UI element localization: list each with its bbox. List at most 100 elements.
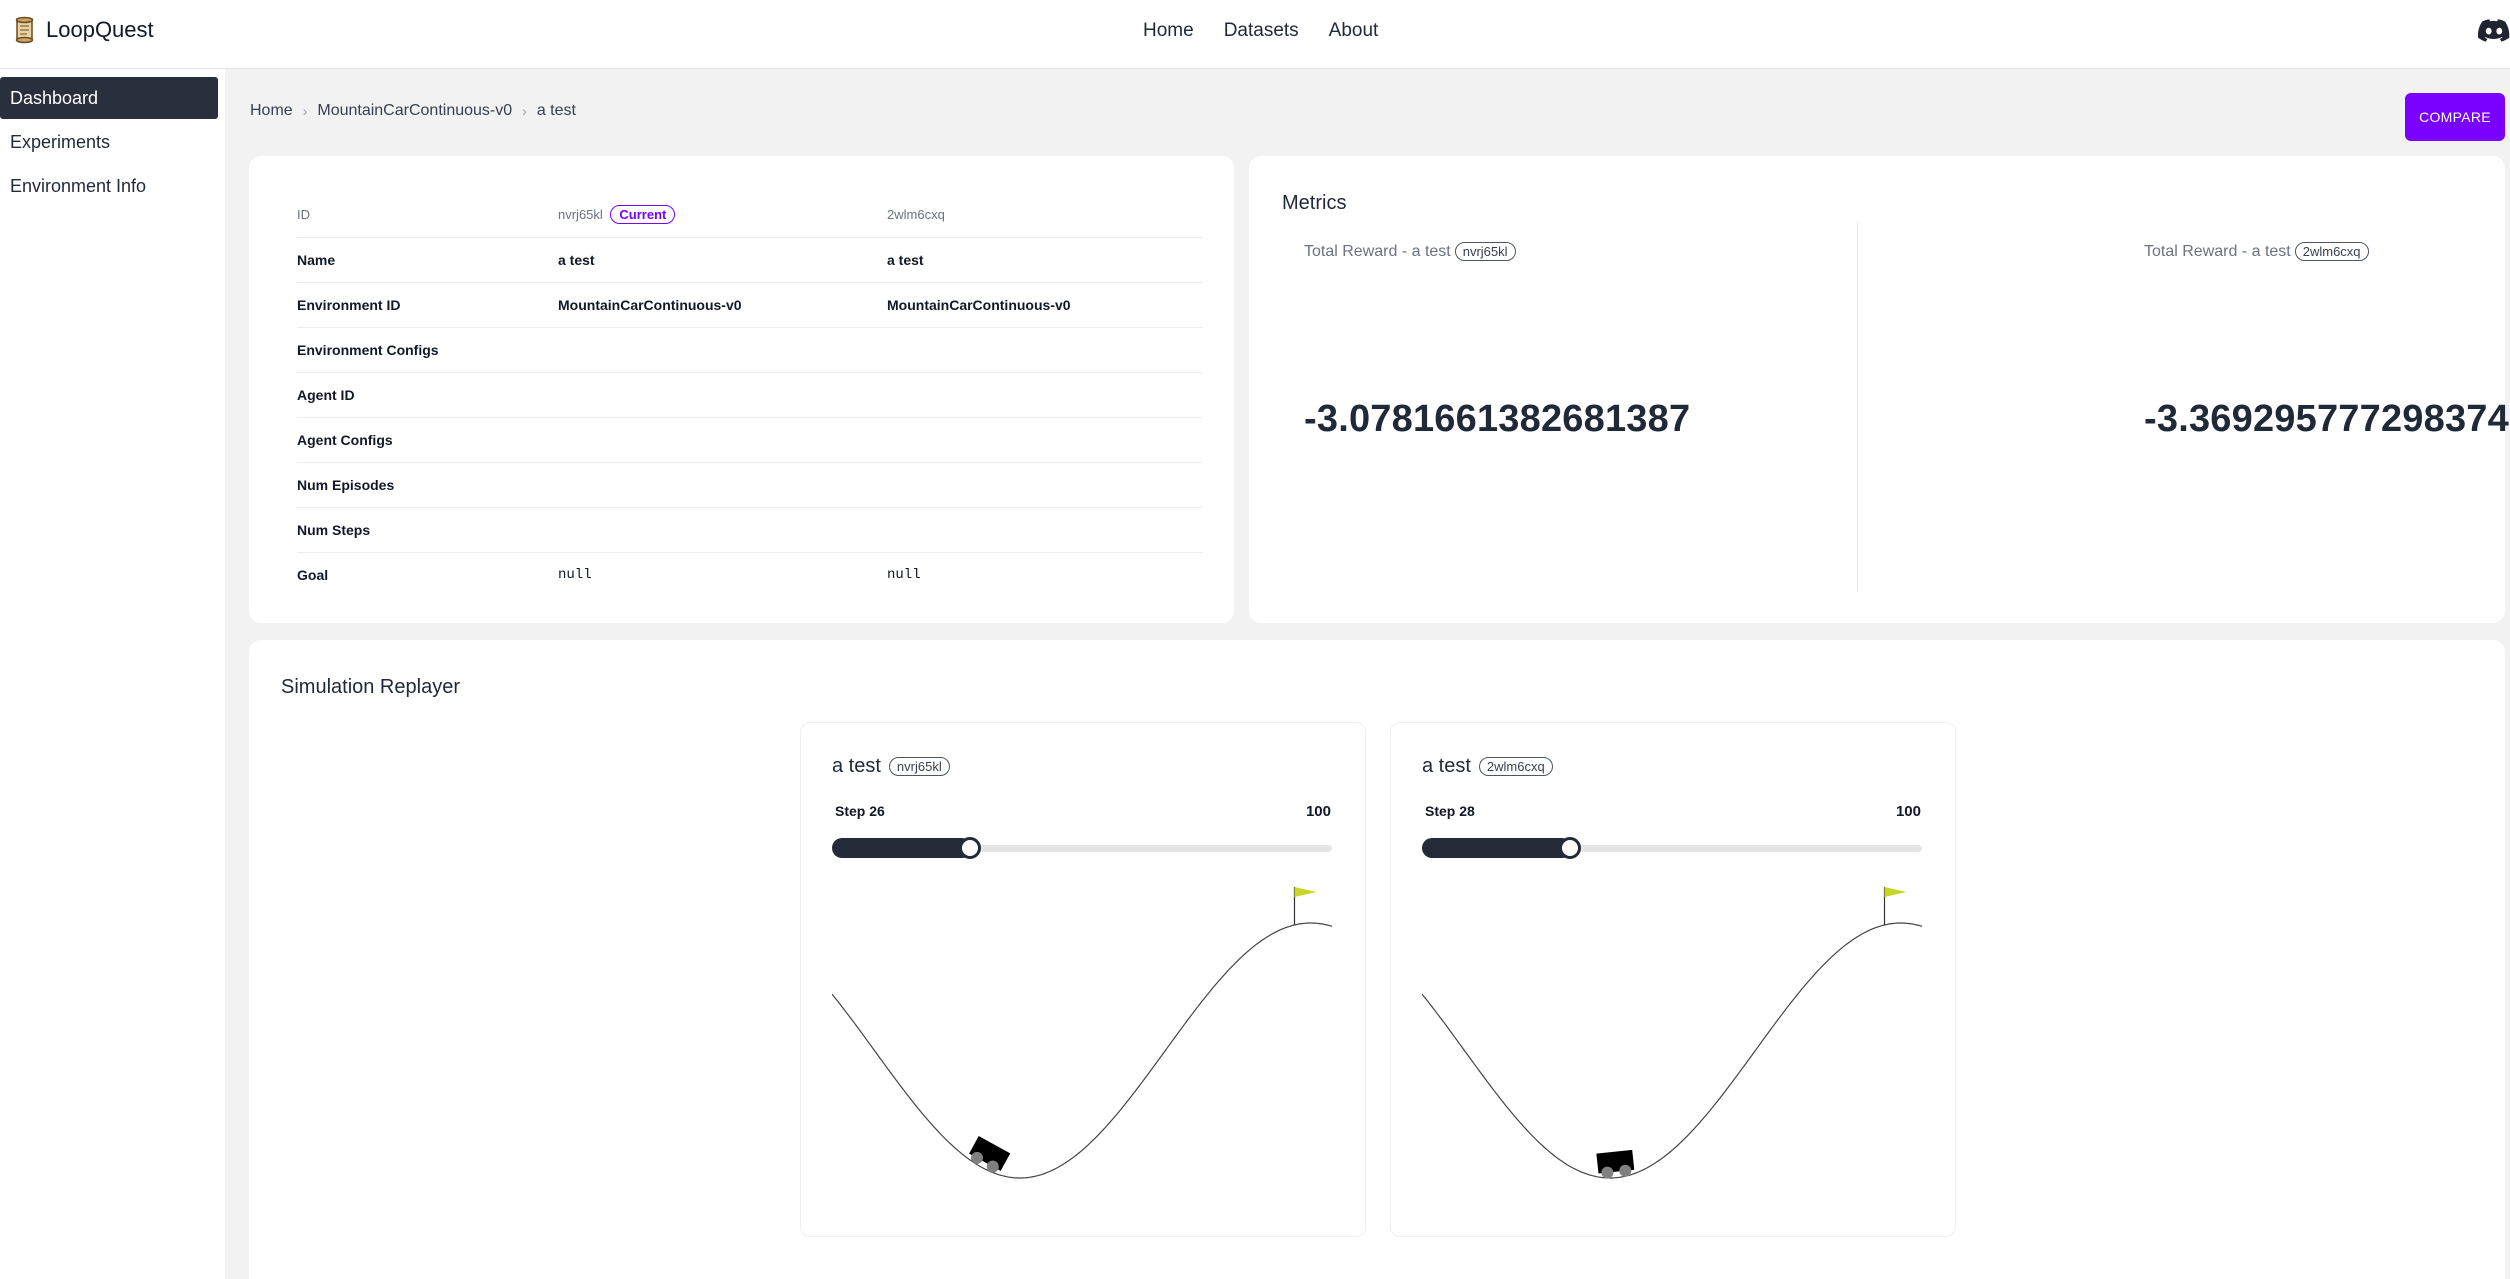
metric-label-text: Total Reward - a test: [1304, 242, 1451, 260]
chevron-right-icon: ›: [302, 103, 308, 119]
metric-value: -3.0781661382681387: [1304, 398, 1691, 440]
sidebar-item-experiments[interactable]: Experiments: [0, 121, 218, 163]
table-row: Environment Configs: [297, 327, 1202, 373]
row-value: [558, 417, 887, 463]
row-value: [887, 417, 1202, 463]
row-label: Environment ID: [297, 282, 558, 328]
row-value: [558, 372, 887, 418]
row-value: null: [558, 566, 592, 583]
row-label: Num Episodes: [297, 462, 558, 508]
metric-value: -3.3692957772983743: [2144, 398, 2510, 440]
row-label: Num Steps: [297, 507, 558, 553]
step-label: Step 28: [1425, 803, 1475, 819]
row-value: [558, 327, 887, 373]
table-row: Agent Configs: [297, 417, 1202, 463]
experiment-id-badge: nvrj65kl: [1454, 242, 1516, 261]
replayer-title: Simulation Replayer: [281, 676, 460, 698]
metric-label: Total Reward - a test nvrj65kl: [1304, 242, 1516, 261]
row-value: a test: [887, 237, 1202, 283]
sidebar: Dashboard Experiments Environment Info: [0, 69, 225, 1279]
id-header: ID: [297, 192, 558, 238]
breadcrumb-current: a test: [536, 102, 576, 119]
id-cell: nvrj65kl Current: [558, 192, 887, 238]
simulation-panel: a test 2wlm6cxq Step 28 100: [1390, 722, 1956, 1237]
row-value: MountainCarContinuous-v0: [887, 282, 1202, 328]
brand-name: LoopQuest: [46, 17, 154, 42]
metrics-title: Metrics: [1282, 192, 1347, 214]
slider-fill: [1422, 838, 1572, 858]
table-row: Environment ID MountainCarContinuous-v0 …: [297, 282, 1202, 328]
top-navbar: LoopQuest Home Datasets About: [0, 0, 2510, 69]
goal-flag-icon: [1294, 886, 1317, 897]
experiment-id: nvrj65kl: [558, 206, 603, 222]
car: [1596, 1149, 1635, 1179]
simulation-name: a test: [1422, 755, 1471, 777]
simulation-panel: a test nvrj65kl Step 26 100: [800, 722, 1366, 1237]
chevron-right-icon: ›: [522, 103, 527, 119]
mountain-curve: [1422, 922, 1922, 1179]
experiment-info-card: ID nvrj65kl Current 2wlm6cxq Name a test…: [249, 156, 1234, 623]
goal-flag-icon: [1884, 886, 1907, 897]
row-value: [887, 372, 1202, 418]
current-badge: Current: [610, 204, 676, 224]
step-label: Step 26: [835, 803, 885, 819]
step-max: 100: [1305, 803, 1331, 820]
slider-thumb[interactable]: [959, 837, 981, 859]
table-row: Goal null null: [297, 552, 1202, 597]
scroll-logo-icon: [14, 16, 36, 44]
metrics-card: Metrics Total Reward - a test nvrj65kl -…: [1249, 156, 2510, 623]
row-value: null: [887, 566, 921, 583]
mountain-car-canvas: [1422, 886, 1922, 1179]
table-row: Num Steps: [297, 507, 1202, 553]
row-value: [887, 327, 1202, 373]
row-label: Agent ID: [297, 372, 558, 418]
metric-stat: Total Reward - a test nvrj65kl -3.078166…: [1269, 222, 1858, 592]
mountain-curve: [832, 922, 1332, 1179]
step-slider[interactable]: [832, 837, 1332, 859]
row-label: Agent Configs: [297, 417, 558, 463]
table-row: Name a test a test: [297, 237, 1202, 283]
nav-home-link[interactable]: Home: [1143, 20, 1194, 42]
compare-button[interactable]: COMPARE: [2405, 93, 2505, 141]
experiment-id-badge: 2wlm6cxq: [2294, 242, 2369, 261]
nav-about-link[interactable]: About: [1329, 20, 1379, 42]
row-value: a test: [558, 237, 887, 283]
main-nav: Home Datasets About: [1143, 20, 1378, 42]
breadcrumb: Home › MountainCarContinuous-v0 › a test: [250, 102, 576, 120]
step-max: 100: [1895, 803, 1921, 820]
row-label: Environment Configs: [297, 327, 558, 373]
metric-stat: Total Reward - a test 2wlm6cxq -3.369295…: [1858, 222, 2510, 592]
row-value: [558, 507, 887, 553]
nav-datasets-link[interactable]: Datasets: [1224, 20, 1299, 42]
breadcrumb-home[interactable]: Home: [250, 102, 293, 120]
row-label: Name: [297, 237, 558, 283]
experiment-id: 2wlm6cxq: [887, 192, 1202, 238]
step-slider[interactable]: [1422, 837, 1922, 859]
slider-thumb[interactable]: [1559, 837, 1581, 859]
row-value: MountainCarContinuous-v0: [558, 282, 887, 328]
metric-label: Total Reward - a test 2wlm6cxq: [2144, 242, 2369, 261]
mountain-car-canvas: [832, 886, 1332, 1179]
row-value: [887, 507, 1202, 553]
experiment-id-badge: nvrj65kl: [888, 757, 950, 776]
simulation-name: a test: [832, 755, 881, 777]
sidebar-item-dashboard[interactable]: Dashboard: [0, 77, 218, 119]
experiment-id-badge: 2wlm6cxq: [1478, 757, 1553, 776]
row-label: Goal: [297, 566, 329, 583]
sidebar-item-environment-info[interactable]: Environment Info: [0, 165, 218, 207]
car: [969, 1136, 1011, 1173]
row-value: [887, 462, 1202, 508]
simulation-header: a test nvrj65kl: [832, 755, 950, 778]
discord-icon[interactable]: [2477, 18, 2510, 44]
breadcrumb-env[interactable]: MountainCarContinuous-v0: [317, 102, 512, 120]
metric-label-text: Total Reward - a test: [2144, 242, 2291, 260]
table-row: ID nvrj65kl Current 2wlm6cxq: [297, 192, 1202, 238]
table-row: Agent ID: [297, 372, 1202, 418]
row-value: [558, 462, 887, 508]
table-row: Num Episodes: [297, 462, 1202, 508]
simulation-replayer-card: Simulation Replayer a test nvrj65kl Step…: [249, 640, 2505, 1279]
slider-fill: [832, 838, 972, 858]
experiment-info-table: ID nvrj65kl Current 2wlm6cxq Name a test…: [297, 192, 1202, 597]
simulation-header: a test 2wlm6cxq: [1422, 755, 1553, 778]
brand[interactable]: LoopQuest: [14, 16, 154, 44]
